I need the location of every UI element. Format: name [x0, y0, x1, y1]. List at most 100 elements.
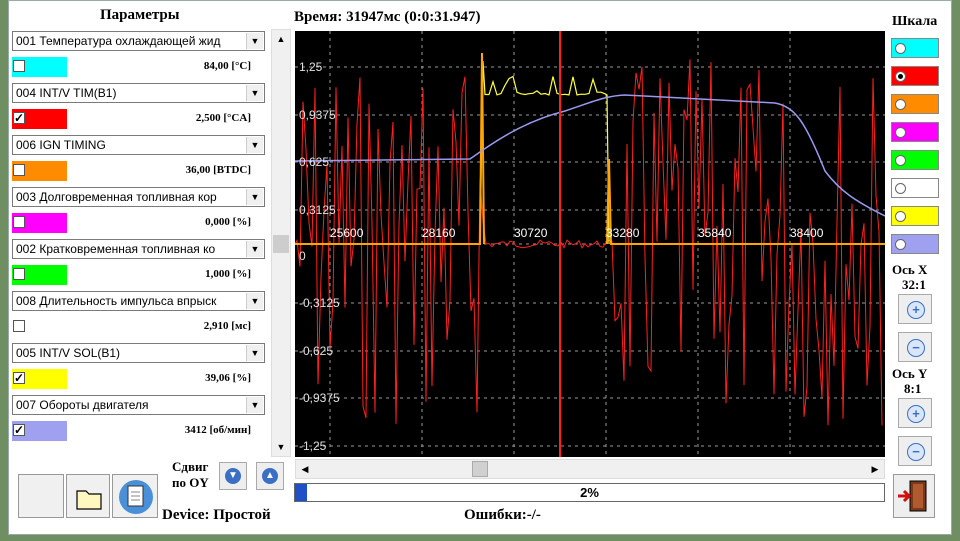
chevron-down-icon[interactable]: ▼	[246, 33, 263, 49]
param-select-8[interactable]: 007 Обороты двигателя ▼	[12, 395, 265, 415]
scale-color-option[interactable]	[891, 94, 939, 114]
param-row: 36,00 [BTDC]	[12, 161, 265, 181]
params-scrollbar[interactable]: ▲ ▼	[271, 29, 291, 457]
scroll-down-icon[interactable]: ▼	[273, 439, 289, 455]
zoom-x-out-button[interactable]: −	[898, 332, 932, 362]
scale-radio[interactable]	[895, 155, 906, 166]
param-visible-checkbox[interactable]: ✓	[13, 112, 25, 124]
x-tick-label: 30720	[514, 226, 548, 240]
scale-radio[interactable]	[895, 99, 906, 110]
open-folder-button[interactable]	[66, 474, 110, 518]
shift-up-button[interactable]: ▲	[256, 462, 284, 490]
param-value: 3412 [об/мин]	[184, 424, 251, 436]
scale-color-option[interactable]	[891, 122, 939, 142]
param-select-text: 003 Долговременная топливная кор	[16, 190, 217, 204]
chevron-down-icon[interactable]: ▼	[246, 293, 263, 309]
param-row: ✓ 39,06 [%]	[12, 369, 265, 389]
param-select-2[interactable]: 004 INT/V TIM(B1) ▼	[12, 83, 265, 103]
time-readout: Время: 31947мс (0:0:31.947)	[294, 9, 574, 31]
chevron-down-icon[interactable]: ▼	[246, 85, 263, 101]
param-visible-checkbox[interactable]	[13, 268, 25, 280]
param-visible-checkbox[interactable]	[13, 320, 25, 332]
scroll-up-icon[interactable]: ▲	[273, 31, 289, 47]
param-select-text: 006 IGN TIMING	[16, 138, 106, 152]
param-row: 2,910 [мс]	[12, 317, 265, 337]
scale-color-option[interactable]	[891, 178, 939, 198]
param-select-6[interactable]: 008 Длительность импульса впрыск ▼	[12, 291, 265, 311]
scale-radio[interactable]	[895, 211, 906, 222]
scale-radio[interactable]	[895, 239, 906, 250]
scale-radio[interactable]	[895, 127, 906, 138]
param-select-7[interactable]: 005 INT/V SOL(B1) ▼	[12, 343, 265, 363]
chevron-down-icon[interactable]: ▼	[246, 397, 263, 413]
x-tick-label: 25600	[330, 226, 364, 240]
param-visible-checkbox[interactable]: ✓	[13, 424, 25, 436]
scale-color-option[interactable]	[891, 150, 939, 170]
scale-color-option[interactable]	[891, 38, 939, 58]
shift-oy-label: Сдвиг по OY	[172, 459, 209, 490]
chart-plot[interactable]: 1,25 0,9375 0,625 0,3125 0 -0,3125 -0,625 -0,93…	[295, 31, 885, 457]
chevron-down-icon[interactable]: ▼	[246, 345, 263, 361]
zoom-x-in-button[interactable]: +	[898, 294, 932, 324]
arrow-up-icon: ▲	[262, 468, 278, 484]
y-tick-label: 0,9375	[299, 108, 336, 122]
exit-button[interactable]	[893, 474, 935, 518]
param-visible-checkbox[interactable]	[13, 216, 25, 228]
device-status: Device: Простой	[162, 507, 271, 523]
param-select-text: 007 Обороты двигателя	[16, 398, 149, 412]
param-value: 2,500 [°CA]	[195, 112, 251, 124]
x-tick-label: 35840	[698, 226, 732, 240]
y-tick-label: -0,9375	[299, 391, 340, 405]
zoom-y-out-button[interactable]: −	[898, 436, 932, 466]
scale-color-option[interactable]	[891, 66, 939, 86]
param-row: 84,00 [°C]	[12, 57, 265, 77]
exit-door-icon	[898, 480, 927, 512]
hscroll-thumb[interactable]	[472, 461, 488, 477]
shift-down-button[interactable]: ▼	[219, 462, 247, 490]
y-tick-label: 0,625	[299, 155, 329, 169]
param-select-5[interactable]: 002 Кратковременная топливная ко ▼	[12, 239, 265, 259]
document-button[interactable]	[112, 474, 158, 518]
y-tick-label: -0,625	[299, 344, 333, 358]
param-select-1[interactable]: 001 Температура охлаждающей жид ▼	[12, 31, 265, 51]
param-select-text: 004 INT/V TIM(B1)	[16, 86, 117, 100]
param-select-text: 002 Кратковременная топливная ко	[16, 242, 216, 256]
scale-title: Шкала	[892, 14, 938, 29]
param-value: 39,06 [%]	[205, 372, 251, 384]
param-select-text: 005 INT/V SOL(B1)	[16, 346, 121, 360]
scale-radio[interactable]	[895, 43, 906, 54]
folder-icon	[76, 490, 102, 510]
scale-color-option[interactable]	[891, 234, 939, 254]
scroll-thumb[interactable]	[273, 235, 289, 253]
params-title: Параметры	[100, 7, 180, 23]
zoom-y-in-button[interactable]: +	[898, 398, 932, 428]
y-tick-label: 1,25	[299, 60, 323, 74]
param-visible-checkbox[interactable]	[13, 60, 25, 72]
chart-hscroll[interactable]: ◀ ▶	[295, 459, 885, 479]
scale-radio[interactable]	[895, 183, 906, 194]
param-visible-checkbox[interactable]	[13, 164, 25, 176]
chevron-down-icon[interactable]: ▼	[246, 137, 263, 153]
x-tick-label: 28160	[422, 226, 456, 240]
minus-icon: −	[907, 443, 925, 461]
chevron-down-icon[interactable]: ▼	[246, 189, 263, 205]
plus-icon: +	[907, 301, 925, 319]
param-select-3[interactable]: 006 IGN TIMING ▼	[12, 135, 265, 155]
y-tick-label: 0	[299, 249, 306, 263]
axis-y-label: Ось Y 8:1	[892, 366, 928, 396]
param-row: 0,000 [%]	[12, 213, 265, 233]
scroll-left-icon[interactable]: ◀	[297, 461, 313, 477]
arrow-down-icon: ▼	[225, 468, 241, 484]
param-visible-checkbox[interactable]: ✓	[13, 372, 25, 384]
document-icon	[119, 480, 153, 514]
chevron-down-icon[interactable]: ▼	[246, 241, 263, 257]
y-tick-label: -0,3125	[299, 296, 340, 310]
param-select-4[interactable]: 003 Долговременная топливная кор ▼	[12, 187, 265, 207]
scale-color-option[interactable]	[891, 206, 939, 226]
param-row: 1,000 [%]	[12, 265, 265, 285]
scroll-right-icon[interactable]: ▶	[867, 461, 883, 477]
param-row: ✓ 3412 [об/мин]	[12, 421, 265, 441]
scale-radio[interactable]	[895, 71, 906, 82]
blank-button[interactable]	[18, 474, 64, 518]
param-value: 84,00 [°C]	[203, 60, 251, 72]
